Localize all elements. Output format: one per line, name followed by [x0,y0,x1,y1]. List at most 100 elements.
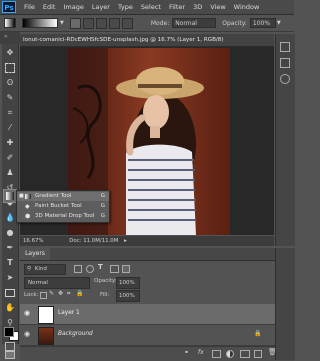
menu-layer[interactable]: Layer [92,3,110,11]
layer-opacity-value: 100% [119,280,135,286]
layer-filter-select[interactable]: ⚲ Kind [24,264,66,275]
layer-1-thumbnail [38,306,54,324]
radial-gradient-button[interactable] [82,17,94,29]
flyout-paint-bucket-tool[interactable]: ◆ Paint Bucket Tool G [17,202,109,211]
menu-view[interactable]: View [210,3,225,11]
adjustments-panel-icon[interactable] [280,74,290,84]
menu-window[interactable]: Window [234,3,260,11]
history-panel-icon[interactable] [280,42,290,52]
layer-name[interactable]: Background [58,331,93,337]
paint-bucket-icon: ◆ [25,203,30,210]
filter-kind-label: Kind [34,266,47,272]
photoshop-logo: Ps [2,1,16,13]
menu-edit[interactable]: Edit [43,3,56,11]
panel-collapse-strip [0,32,20,44]
opacity-label: Opacity: [222,19,247,27]
flyout-3d-material-drop-tool[interactable]: ⬢ 3D Material Drop Tool G [17,212,109,221]
pen-tool-icon[interactable]: ✒ [4,242,16,254]
layers-side-strip [275,248,295,360]
document-tab[interactable]: Ionut-comanici-RDcEWHSfcSDE-unsplash.jpg… [20,34,274,47]
layer-name[interactable]: Layer 1 [58,310,80,316]
visibility-eye-icon[interactable]: ◉ [24,309,30,317]
adjustment-icon[interactable] [226,350,234,358]
mode-value: Normal [175,19,197,27]
status-bar: 16.67% Doc: 11.0M/11.0M ▸ [20,236,274,246]
lock-position-icon[interactable]: ✥ [58,290,63,297]
foreground-color-swatch[interactable] [4,327,14,337]
dodge-tool-icon[interactable]: ● [4,227,16,239]
background-thumbnail [38,327,54,345]
filter-smart-object-icon[interactable] [122,265,130,273]
flyout-gradient-tool[interactable]: ■ Gradient Tool G [17,192,109,201]
menu-select[interactable]: Select [141,3,161,11]
fx-icon[interactable]: fx [198,349,204,356]
lock-artboard-icon[interactable]: ⌗ [67,290,70,298]
marquee-tool-icon[interactable] [4,62,16,74]
group-icon[interactable] [240,350,250,358]
menu-file[interactable]: File [24,3,35,11]
clone-stamp-tool-icon[interactable]: ♟ [4,167,16,179]
reflected-gradient-button[interactable] [108,17,120,29]
collapse-icon[interactable]: » [4,33,8,40]
type-tool-icon[interactable]: T [4,257,16,269]
gradient-dropdown-icon[interactable]: ▼ [60,20,64,26]
mask-icon[interactable] [212,350,221,358]
crop-tool-icon[interactable]: ⌗ [4,107,16,119]
filter-type-icon[interactable]: T [98,263,103,271]
properties-panel-icon[interactable] [280,58,290,68]
blur-tool-icon[interactable]: 💧 [4,212,16,224]
opacity-field[interactable]: 100% [249,18,276,28]
lock-image-icon[interactable]: ✎ [49,290,54,297]
layer-row-background[interactable]: ◉ Background 🔒 [20,325,294,346]
menu-type[interactable]: Type [118,3,133,11]
hand-tool-icon[interactable]: ✋ [4,302,16,314]
lock-label: Lock: [24,292,39,298]
layers-panel: Layers ≡ ⚲ Kind T Normal Opacity: 100% L… [20,248,294,361]
path-selection-tool-icon[interactable]: ➤ [4,272,16,284]
linear-gradient-button[interactable] [69,17,81,29]
opacity-dropdown-icon[interactable]: ▼ [277,20,281,26]
brush-tool-icon[interactable]: ✐ [4,152,16,164]
layers-tab-label: Layers [25,250,45,257]
layer-opacity-field[interactable]: 100% [116,277,140,289]
status-expand-icon[interactable]: ▸ [124,238,127,244]
gradient-tool-icon[interactable] [4,18,16,28]
visibility-eye-icon[interactable]: ◉ [24,330,30,338]
quick-mask-icon[interactable] [5,342,15,351]
gradient-picker[interactable] [22,18,58,28]
blend-mode-value: Normal [28,280,48,286]
fill-field[interactable]: 100% [116,290,140,302]
lock-transparent-icon[interactable] [40,292,47,299]
quick-select-tool-icon[interactable]: ✎ [4,92,16,104]
angle-gradient-button[interactable] [95,17,107,29]
filter-search-icon: ⚲ [27,266,32,272]
move-tool-icon[interactable]: ✥ [4,47,16,59]
link-icon[interactable]: ⚭ [184,349,189,356]
lasso-tool-icon[interactable]: ʘ [4,77,16,89]
gradient-tool-icon[interactable] [3,189,17,203]
mode-select[interactable]: Normal [172,18,217,28]
healing-brush-tool-icon[interactable]: ✚ [4,137,16,149]
layers-panel-header: Layers ≡ [20,248,294,261]
filter-adjustment-icon[interactable] [86,265,94,273]
selected-indicator-icon: ■ [19,193,24,199]
rectangle-tool-icon[interactable] [4,287,16,299]
eyedropper-tool-icon[interactable]: ⁄ [4,122,16,134]
flyout-paint-bucket-shortcut: G [100,203,105,209]
new-layer-icon[interactable] [254,350,262,358]
filter-pixel-icon[interactable] [74,265,82,273]
menu-items: File Edit Image Layer Type Select Filter… [24,3,259,11]
diamond-gradient-button[interactable] [121,17,133,29]
menu-filter[interactable]: Filter [169,3,185,11]
flyout-3d-material-shortcut: G [100,213,105,219]
gradient-tool-icon [25,194,31,199]
filter-shape-icon[interactable] [110,265,119,273]
menu-3d[interactable]: 3D [193,3,202,11]
menu-image[interactable]: Image [63,3,83,11]
layers-tab[interactable]: Layers [20,248,50,260]
zoom-level[interactable]: 16.67% [23,238,44,244]
layer-row-layer-1[interactable]: ◉ Layer 1 [20,304,294,325]
blend-mode-select[interactable]: Normal [24,277,90,289]
screen-mode-icon[interactable] [5,351,15,359]
lock-all-icon[interactable]: 🔒 [76,290,83,297]
